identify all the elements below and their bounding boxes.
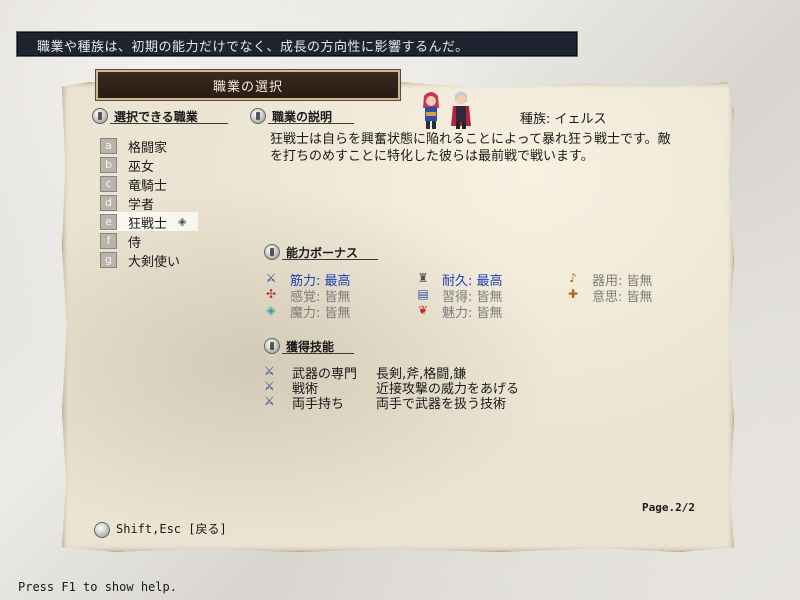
bonus-section-header: 能力ボーナス <box>264 244 404 260</box>
bullet-icon <box>264 338 280 354</box>
bonus-text: 魅力: 皆無 <box>442 306 503 321</box>
job-name: 大剣使い <box>128 255 181 270</box>
page-indicator: Page.2/2 <box>642 501 695 514</box>
job-description: 狂戦士は自らを興奮状態に陥れることによって暴れ狂う戦士です。敵 を打ちのめすこと… <box>270 131 710 165</box>
hotkey-badge: d <box>100 195 117 211</box>
key-hint[interactable]: Shift,Esc [戻る] <box>94 520 227 538</box>
job-name: 狂戦士 <box>128 217 168 232</box>
selection-cursor-icon: ◈ <box>178 215 187 228</box>
charm-icon: ❦ <box>417 303 429 317</box>
book-icon: ▤ <box>417 287 429 301</box>
message-text: 職業や種族は、初期の能力だけでなく、成長の方向性に影響するんだ。 <box>37 40 469 55</box>
job-name: 巫女 <box>128 160 155 175</box>
hotkey-badge: g <box>100 252 117 268</box>
hotkey-badge: e <box>100 214 117 230</box>
crossed-swords-icon: ⚔ <box>264 364 275 378</box>
character-sprite-male <box>451 91 471 129</box>
armor-icon: ♜ <box>417 271 429 285</box>
job-item-f[interactable]: f 侍 <box>100 231 196 251</box>
job-item-d[interactable]: d 学者 <box>100 193 196 213</box>
hotkey-badge: b <box>100 157 117 173</box>
job-item-g[interactable]: g 大剣使い <box>100 250 196 270</box>
skills-section-header: 獲得技能 <box>264 338 384 354</box>
bonus-text: 意思: 皆無 <box>592 290 653 305</box>
job-name: 学者 <box>128 198 155 213</box>
character-sprite-female <box>423 92 439 129</box>
job-item-e[interactable]: e 狂戦士 ◈ <box>100 212 198 232</box>
job-item-a[interactable]: a 格闘家 <box>100 136 196 156</box>
description-section-header: 職業の説明 <box>250 108 390 124</box>
jobs-section-header: 選択できる職業 <box>92 108 232 124</box>
bullet-icon <box>92 108 108 124</box>
window-title: 職業の選択 <box>212 80 283 95</box>
job-name: 格闘家 <box>128 141 168 156</box>
divider <box>268 123 354 124</box>
window-title-bar: 職業の選択 <box>96 70 400 100</box>
job-item-b[interactable]: b 巫女 <box>100 155 196 175</box>
skill-desc: 両手で武器を扱う技術 <box>376 397 507 412</box>
key-hint-text: Shift,Esc [戻る] <box>116 522 227 536</box>
job-name: 竜騎士 <box>128 179 168 194</box>
magic-icon: ◈ <box>266 303 276 317</box>
bonus-text: 魔力: 皆無 <box>290 306 351 321</box>
job-list: a 格闘家 b 巫女 c 竜騎士 d 学者 e 狂戦士 ◈ f 侍 g 大剣使い <box>100 136 198 270</box>
crossed-swords-icon: ⚔ <box>264 379 275 393</box>
skill-name: 両手持ち <box>292 397 345 412</box>
description-line: を打ちのめすことに特化した彼らは最前戦で戦います。 <box>270 149 594 164</box>
hotkey-badge: a <box>100 138 117 154</box>
will-icon: ✚ <box>567 287 579 301</box>
hotkey-badge: c <box>100 176 117 192</box>
sense-icon: ✣ <box>265 287 277 301</box>
hotkey-badge: f <box>100 233 117 249</box>
race-label: 種族: イェルス <box>520 112 607 127</box>
bullet-icon <box>264 244 280 260</box>
hand-icon: ♪ <box>569 271 577 285</box>
divider <box>282 259 378 260</box>
divider <box>282 353 354 354</box>
help-text: Press F1 to show help. <box>18 580 177 594</box>
lightbulb-icon <box>94 521 110 538</box>
job-name: 侍 <box>128 236 142 251</box>
divider <box>110 123 228 124</box>
crossed-swords-icon: ⚔ <box>264 394 275 408</box>
bullet-icon <box>250 108 266 124</box>
job-item-c[interactable]: c 竜騎士 <box>100 174 196 194</box>
message-bar: 職業や種族は、初期の能力だけでなく、成長の方向性に影響するんだ。 <box>16 31 578 57</box>
description-line: 狂戦士は自らを興奮状態に陥れることによって暴れ狂う戦士です。敵 <box>270 132 671 147</box>
crossed-swords-icon: ⚔ <box>265 271 277 285</box>
